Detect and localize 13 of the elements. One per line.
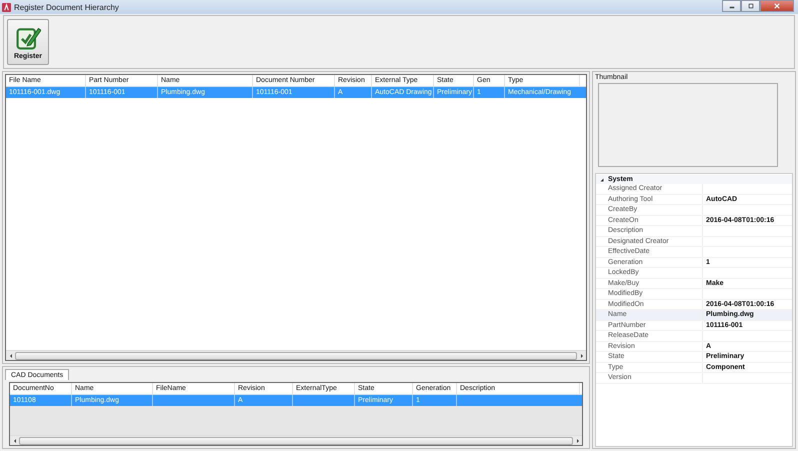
close-button[interactable] [760, 0, 794, 12]
close-icon [773, 3, 781, 9]
scroll-right-icon[interactable] [574, 438, 580, 444]
window-title: Register Document Hierarchy [14, 2, 120, 12]
restore-icon [746, 3, 754, 9]
collapse-icon[interactable] [599, 176, 605, 182]
scroll-right-icon[interactable] [578, 352, 584, 358]
scroll-left-icon[interactable] [12, 438, 18, 444]
app-icon [2, 2, 11, 12]
restore-button[interactable] [741, 0, 760, 12]
horizontal-scrollbar[interactable] [10, 435, 582, 445]
scroll-left-icon[interactable] [8, 352, 14, 358]
horizontal-scrollbar[interactable] [6, 350, 586, 360]
